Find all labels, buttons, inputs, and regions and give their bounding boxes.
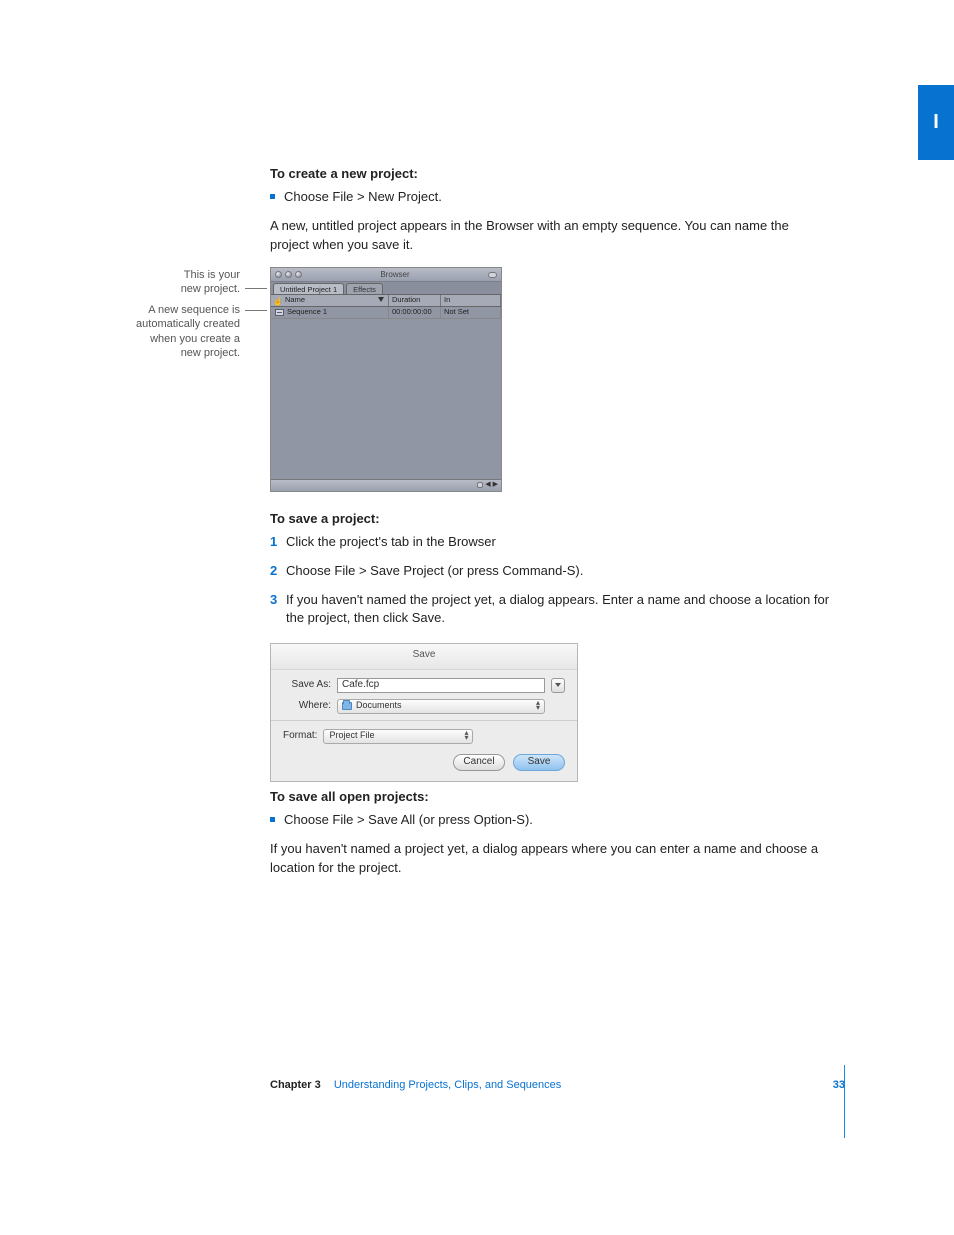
browser-window: Browser Untitled Project 1 Effects ☝ Nam… [270, 267, 502, 492]
section-save-all: To save all open projects: Choose File >… [270, 788, 830, 887]
chevron-updown-icon: ▴▾ [536, 701, 540, 711]
callout-line2: new project. [181, 283, 240, 295]
step-3: 3 If you haven't named the project yet, a… [270, 591, 830, 629]
step-1: 1 Click the project's tab in the Browser [270, 533, 830, 552]
format-value: Project File [329, 729, 374, 742]
pager-track[interactable] [477, 482, 483, 488]
cancel-button[interactable]: Cancel [453, 754, 505, 771]
callout-line2: automatically created [136, 318, 240, 330]
format-label: Format: [283, 729, 317, 744]
step-number: 1 [270, 533, 277, 552]
column-duration[interactable]: Duration [389, 295, 441, 306]
divider [271, 720, 577, 721]
where-value: Documents [356, 699, 402, 712]
paragraph: If you haven't named a project yet, a di… [270, 840, 830, 878]
page-number: 33 [833, 1078, 845, 1094]
chevron-updown-icon: ▴▾ [464, 731, 468, 741]
hand-icon: ☝ [273, 296, 283, 308]
cell-in: Not Set [441, 307, 501, 318]
expand-dialog-icon[interactable] [551, 678, 565, 693]
pager-prev-icon[interactable]: ◀ [485, 480, 490, 490]
window-close-icon[interactable] [275, 271, 282, 278]
callout-line3: when you create a [150, 333, 240, 345]
where-label: Where: [283, 699, 331, 714]
pager: ◀ ▶ [477, 480, 498, 490]
where-row: Where: Documents ▴▾ [283, 699, 565, 714]
window-minimize-icon[interactable] [285, 271, 292, 278]
save-as-row: Save As: Cafe.fcp [283, 678, 565, 693]
callout-new-project: This is your new project. [120, 268, 240, 297]
callout-new-sequence: A new sequence is automatically created … [100, 303, 240, 360]
tab-effects[interactable]: Effects [346, 283, 383, 294]
callout-line1: This is your [184, 269, 240, 281]
bullet-list: Choose File > Save All (or press Option-… [270, 811, 830, 830]
bullet-item: Choose File > New Project. [270, 188, 830, 207]
browser-tabs: Untitled Project 1 Effects [271, 282, 501, 295]
side-rule [844, 1065, 845, 1138]
browser-titlebar: Browser [271, 268, 501, 282]
page-footer: Chapter 3 Understanding Projects, Clips,… [270, 1078, 845, 1094]
save-as-label: Save As: [283, 678, 331, 693]
sequence-name: Sequence 1 [287, 307, 327, 318]
sort-indicator-icon [378, 297, 384, 302]
format-select[interactable]: Project File ▴▾ [323, 729, 473, 744]
step-2: 2 Choose File > Save Project (or press Co… [270, 562, 830, 581]
cell-duration: 00:00:00:00 [389, 307, 441, 318]
table-row[interactable]: Sequence 1 00:00:00:00 Not Set [271, 307, 501, 319]
callout-line4: new project. [181, 347, 240, 359]
heading-save-project: To save a project: [270, 510, 830, 529]
browser-title: Browser [305, 269, 485, 281]
window-toggle-icon[interactable] [488, 272, 497, 278]
dialog-buttons: Cancel Save [283, 754, 565, 771]
where-select[interactable]: Documents ▴▾ [337, 699, 545, 714]
column-name-label: Name [285, 295, 305, 306]
bullet-item: Choose File > Save All (or press Option-… [270, 811, 830, 830]
footer-left: Chapter 3 Understanding Projects, Clips,… [270, 1078, 561, 1094]
step-text: If you haven't named the project yet, a … [286, 592, 829, 626]
browser-columns: ☝ Name Duration In [271, 295, 501, 307]
folder-icon [342, 702, 352, 710]
heading-save-all: To save all open projects: [270, 788, 830, 807]
callout-connector [245, 310, 267, 311]
step-text: Click the project's tab in the Browser [286, 534, 496, 549]
save-dialog-title: Save [271, 644, 577, 670]
sequence-icon [275, 309, 284, 316]
column-name[interactable]: ☝ Name [271, 295, 389, 306]
steps-list: 1Click the project's tab in the Browser … [270, 533, 830, 628]
format-row: Format: Project File ▴▾ [283, 729, 565, 744]
bullet-list: Choose File > New Project. [270, 188, 830, 207]
browser-empty-area [271, 319, 501, 479]
heading-create-project: To create a new project: [270, 165, 830, 184]
chapter-title: Understanding Projects, Clips, and Seque… [334, 1079, 561, 1091]
callout-connector [245, 288, 267, 289]
paragraph: A new, untitled project appears in the B… [270, 217, 830, 255]
section-create-project: To create a new project: Choose File > N… [270, 165, 830, 264]
cell-name: Sequence 1 [271, 307, 389, 318]
callout-line1: A new sequence is [148, 304, 240, 316]
save-dialog: Save Save As: Cafe.fcp Where: Documents … [270, 643, 578, 782]
step-number: 3 [270, 591, 277, 610]
step-text: Choose File > Save Project (or press Com… [286, 563, 583, 578]
save-button[interactable]: Save [513, 754, 565, 771]
chapter-label: Chapter 3 [270, 1079, 321, 1091]
section-save-project: To save a project: 1 Click the project's … [270, 510, 830, 642]
browser-footer: ◀ ▶ [271, 479, 501, 491]
tab-untitled-project[interactable]: Untitled Project 1 [273, 283, 344, 294]
step-number: 2 [270, 562, 277, 581]
save-as-input[interactable]: Cafe.fcp [337, 678, 545, 693]
side-tab: I [918, 85, 954, 160]
pager-next-icon[interactable]: ▶ [493, 480, 498, 490]
column-in[interactable]: In [441, 295, 501, 306]
window-zoom-icon[interactable] [295, 271, 302, 278]
